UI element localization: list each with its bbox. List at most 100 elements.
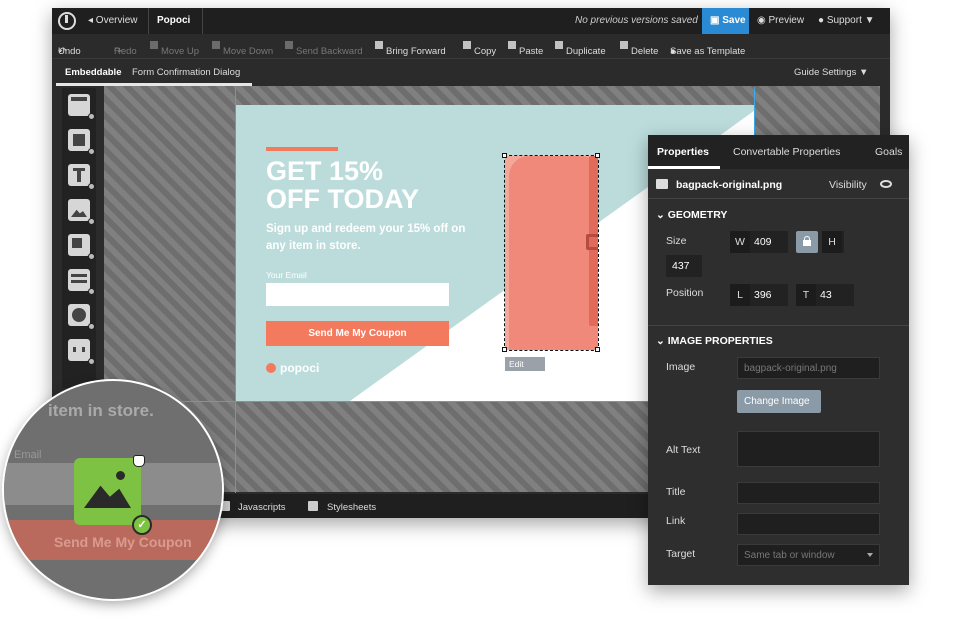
duplicate-button[interactable]: Duplicate — [555, 40, 606, 57]
panel-tabs: Properties Convertable Properties Goals — [648, 135, 909, 169]
tab-embeddable[interactable]: Embeddable — [65, 67, 122, 78]
change-image-button[interactable]: Change Image — [737, 390, 821, 413]
image-link-tool[interactable] — [68, 234, 95, 260]
edit-tag[interactable]: Edit — [505, 357, 545, 371]
tool-options-icon — [88, 288, 95, 295]
eye-icon[interactable] — [880, 180, 892, 188]
link-field[interactable] — [737, 513, 880, 535]
tool-options-icon — [88, 183, 95, 190]
save-button[interactable]: ▣ Save — [702, 8, 749, 34]
save-template-label: Save as Template — [670, 46, 746, 57]
resize-handle[interactable] — [595, 347, 600, 352]
text-tool[interactable] — [68, 164, 95, 190]
chevron-down-icon: ⌄ — [656, 209, 668, 221]
resize-handle[interactable] — [595, 153, 600, 158]
magnifier-callout: item in store. Email Send Me My Coupon ✓ — [4, 381, 222, 599]
selected-element-header: bagpack-original.png Visibility — [648, 169, 909, 199]
box-tool[interactable] — [68, 94, 95, 120]
height-value-field[interactable]: 437 — [666, 255, 702, 277]
move-down-label: Move Down — [223, 46, 274, 57]
brand-name: popoci — [280, 361, 320, 375]
container-tool[interactable] — [68, 129, 95, 155]
move-up-button[interactable]: Move Up — [150, 40, 199, 57]
popup-subtitle[interactable]: Sign up and redeem your 15% off on any i… — [266, 221, 466, 255]
form-tool[interactable] — [68, 269, 95, 295]
support-menu[interactable]: ● Support ▼ — [818, 15, 875, 26]
edit-toolbar: ↶ Undo ↷ Redo Move Up Move Down Send Bac… — [52, 34, 890, 58]
resize-handle[interactable] — [502, 153, 507, 158]
email-input[interactable] — [266, 283, 449, 306]
headline-line-2: OFF TODAY — [266, 184, 420, 214]
bring-forward-button[interactable]: Bring Forward — [375, 40, 446, 57]
top-field[interactable]: T 43 — [796, 284, 854, 306]
height-value: 437 — [672, 260, 690, 272]
image-icon — [656, 179, 668, 189]
project-name: Popoci — [157, 15, 191, 26]
image-tool[interactable] — [68, 199, 95, 225]
selected-image[interactable] — [504, 155, 599, 351]
overview-link[interactable]: ◂ Overview — [88, 15, 137, 26]
tab-goals[interactable]: Goals — [875, 146, 902, 158]
width-field[interactable]: W 409 — [730, 231, 788, 253]
divider — [148, 8, 149, 34]
paste-label: Paste — [519, 46, 544, 57]
geometry-section[interactable]: ⌄ GEOMETRY — [656, 209, 727, 221]
stylesheets-button[interactable]: Stylesheets — [327, 502, 376, 513]
image-properties-section[interactable]: ⌄ IMAGE PROPERTIES — [656, 335, 773, 347]
popup-headline[interactable]: GET 15% OFF TODAY — [266, 157, 486, 213]
position-label: Position — [666, 287, 704, 299]
height-field[interactable]: H — [822, 231, 844, 253]
image-link-icon — [72, 238, 82, 248]
app-logo-icon[interactable] — [58, 12, 76, 30]
image-source-field[interactable]: bagpack-original.png — [737, 357, 880, 379]
guide-line — [754, 87, 755, 137]
delete-button[interactable]: Delete — [620, 40, 658, 57]
duplicate-icon — [555, 41, 563, 49]
caret-down-icon: ▼ — [861, 15, 875, 26]
target-select[interactable]: Same tab or window — [737, 544, 880, 566]
duplicate-label: Duplicate — [566, 46, 606, 57]
alt-text-field[interactable] — [737, 431, 880, 467]
flower-icon — [266, 363, 276, 373]
title-field[interactable] — [737, 482, 880, 504]
brand-logo[interactable]: popoci — [266, 361, 319, 375]
paste-icon — [508, 41, 516, 49]
element-toolbox — [62, 88, 96, 388]
top-key: T — [796, 284, 816, 306]
tool-options-icon — [88, 253, 95, 260]
code-tool[interactable] — [68, 339, 95, 365]
top-bar: ◂ Overview Popoci No previous versions s… — [52, 8, 890, 34]
visibility-label: Visibility — [829, 179, 867, 191]
size-label: Size — [666, 235, 687, 247]
guide-settings-menu[interactable]: Guide Settings ▼ — [794, 67, 868, 78]
move-down-button[interactable]: Move Down — [212, 40, 273, 57]
magnified-coupon-label: Send Me My Coupon — [54, 534, 192, 550]
preview-button[interactable]: ◉ Preview — [757, 15, 804, 26]
accent-bar[interactable] — [266, 147, 338, 151]
email-label[interactable]: Your Email — [266, 270, 307, 280]
left-field[interactable]: L 396 — [730, 284, 788, 306]
lock-ratio-button[interactable] — [796, 231, 818, 253]
target-label: Target — [666, 548, 696, 560]
magnified-subtitle: item in store. — [48, 401, 154, 420]
tab-convertable-properties[interactable]: Convertable Properties — [733, 146, 840, 158]
resize-handle[interactable] — [502, 347, 507, 352]
backpack-image — [509, 156, 598, 350]
magnified-email-label: Email — [14, 449, 42, 461]
send-backward-label: Send Backward — [296, 46, 363, 57]
form-icon-row — [71, 280, 87, 283]
image-properties-title: IMAGE PROPERTIES — [667, 335, 773, 347]
dragged-image-tool — [74, 458, 141, 525]
send-backward-button[interactable]: Send Backward — [285, 40, 363, 57]
tab-form-confirmation[interactable]: Form Confirmation Dialog — [132, 67, 240, 78]
coupon-button[interactable]: Send Me My Coupon — [266, 321, 449, 346]
video-tool[interactable] — [68, 304, 95, 330]
css-icon — [308, 501, 318, 511]
paste-button[interactable]: Paste — [508, 40, 543, 57]
tab-properties[interactable]: Properties — [657, 146, 709, 158]
bring-forward-label: Bring Forward — [386, 46, 446, 57]
sun-icon — [116, 471, 125, 480]
copy-button[interactable]: Copy — [463, 40, 496, 57]
backpack-buckle — [586, 234, 598, 250]
javascripts-button[interactable]: Javascripts — [238, 502, 286, 513]
